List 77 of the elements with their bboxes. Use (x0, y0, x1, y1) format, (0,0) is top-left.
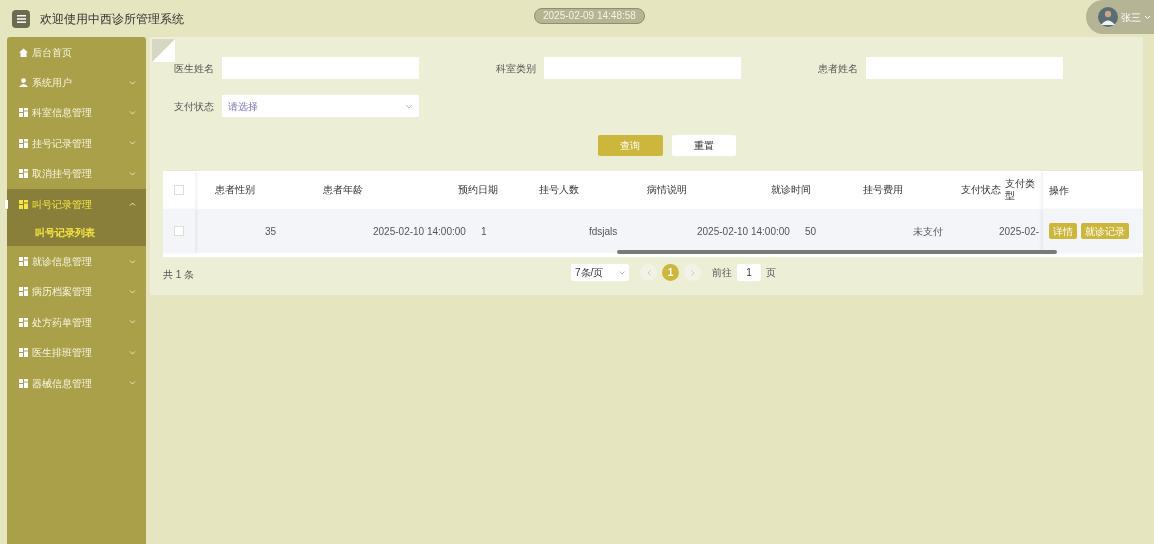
page-button[interactable]: 1 (662, 264, 679, 281)
user-icon (19, 78, 28, 88)
user-name: 张三 (1121, 10, 1141, 25)
column-header: 操作 (1049, 183, 1069, 198)
table-cell: 50 (805, 225, 817, 237)
sidebar-item[interactable]: 器械信息管理 (7, 367, 146, 399)
grid-icon (19, 378, 28, 388)
chevron-down-icon (619, 270, 625, 275)
chevron-down-icon (1144, 14, 1151, 20)
sidebar-subitem[interactable]: 叫号记录列表 (7, 219, 146, 247)
menu-icon (16, 14, 26, 23)
total-count: 共 1 条 (163, 267, 195, 282)
field-label: 科室类别 (496, 61, 537, 76)
detail-button[interactable]: 详情 (1049, 223, 1077, 239)
column-header: 患者年龄 (322, 184, 364, 196)
table-cell: 2025-02-10 14:00:00 (373, 225, 466, 237)
sidebar-item[interactable]: 取消挂号管理 (7, 158, 146, 189)
table-cell: 35 (265, 225, 277, 237)
column-header: 挂号费用 (862, 184, 904, 196)
grid-icon (19, 257, 28, 267)
page-size-select[interactable]: 7条/页 (571, 264, 629, 281)
datetime-badge: 2025-02-09 14:48:58 (534, 8, 645, 24)
page-input[interactable]: 1 (737, 264, 761, 281)
sidebar-item[interactable]: 系统用户 (7, 67, 146, 98)
column-header: 预约日期 (457, 184, 499, 196)
grid-icon (19, 199, 28, 209)
column-header: 病情说明 (646, 184, 688, 196)
reset-button[interactable]: 重置 (671, 135, 736, 156)
checkbox[interactable] (174, 185, 184, 195)
scrollbar[interactable] (617, 250, 1057, 254)
record-button[interactable]: 就诊记录 (1081, 223, 1129, 239)
search-button[interactable]: 查询 (597, 135, 663, 156)
sidebar-item[interactable]: 病历档案管理 (7, 276, 146, 308)
input-field[interactable] (222, 57, 419, 79)
goto-suffix: 页 (766, 266, 776, 280)
sidebar-item[interactable]: 医生排班管理 (7, 337, 146, 368)
app-title: 欢迎使用中西诊所管理系统 (40, 10, 184, 28)
sidebar-item[interactable]: 科室信息管理 (7, 97, 146, 129)
sidebar-item[interactable]: 叫号记录管理 (7, 188, 146, 220)
field-label: 患者姓名 (818, 61, 859, 76)
column-header: 挂号人数 (538, 184, 580, 196)
user-menu[interactable]: 张三 (1086, 0, 1154, 34)
sidebar-item[interactable]: 处方药单管理 (7, 307, 146, 338)
input-field[interactable] (544, 57, 741, 79)
column-header: 就诊时间 (770, 184, 812, 196)
field-label: 医生姓名 (174, 61, 215, 76)
sidebar-item[interactable]: 后台首页 (7, 37, 146, 68)
grid-icon (19, 169, 28, 179)
avatar-icon (1098, 7, 1118, 27)
checkbox[interactable] (174, 226, 184, 236)
prev-page-button[interactable] (640, 264, 657, 281)
goto-label: 前往 (712, 266, 732, 280)
chevron-down-icon (405, 103, 413, 109)
table-cell: 2025-02-10 14:00:00 (697, 225, 790, 237)
sidebar-item[interactable]: 就诊信息管理 (7, 246, 146, 277)
column-header: 患者性别 (214, 184, 256, 196)
input-field[interactable] (866, 57, 1063, 79)
grid-icon (19, 138, 28, 148)
table-cell: 2025-02- (999, 225, 1040, 237)
chevron-right-icon (690, 269, 695, 276)
grid-icon (19, 317, 28, 327)
corner-fold-icon (152, 39, 175, 62)
sidebar-item[interactable]: 挂号记录管理 (7, 128, 146, 159)
select-field[interactable]: 请选择 (222, 95, 419, 117)
grid-icon (19, 108, 28, 118)
chevron-left-icon (646, 269, 651, 276)
grid-icon (19, 287, 28, 297)
table-cell: 未支付 (913, 225, 943, 237)
table-cell: fdsjals (589, 225, 618, 237)
column-header: 支付状态 (961, 184, 1002, 196)
next-page-button[interactable] (684, 264, 701, 281)
home-icon (19, 47, 28, 57)
column-header: 支付类型 (1005, 178, 1036, 202)
field-label: 支付状态 (174, 99, 215, 114)
grid-icon (19, 348, 28, 358)
menu-button[interactable] (12, 9, 30, 28)
table-cell: 1 (481, 225, 487, 237)
